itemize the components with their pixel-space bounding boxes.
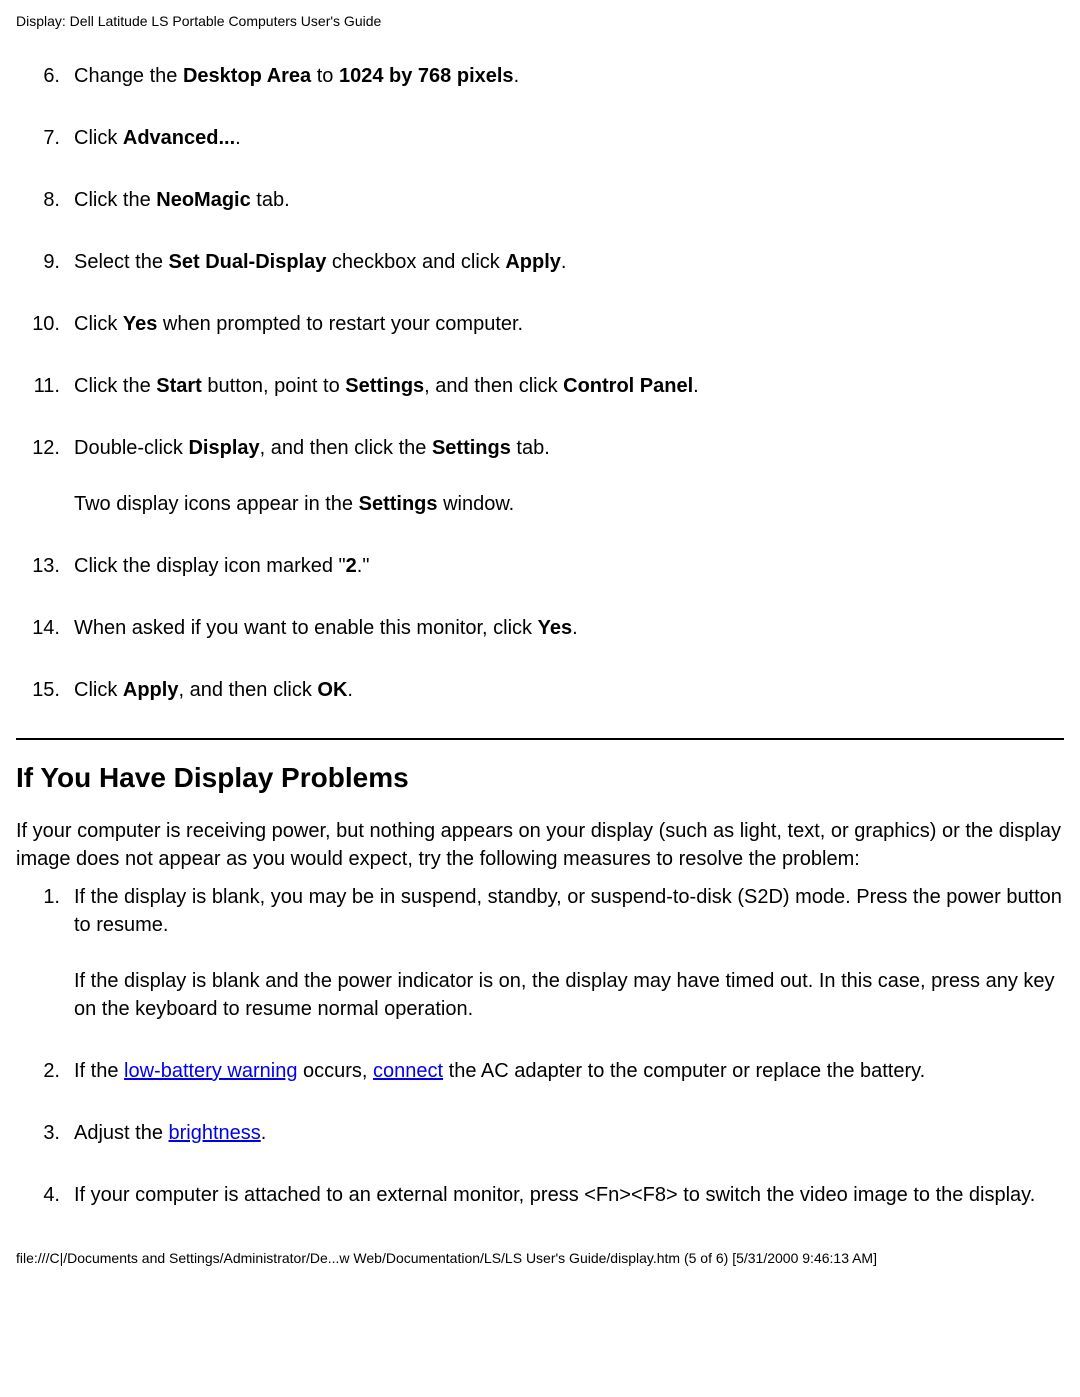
step-text: When asked if you want to enable this mo… <box>74 614 1064 642</box>
step-item: 12.Double-click Display, and then click … <box>16 434 1064 518</box>
step-content: Select the Set Dual-Display checkbox and… <box>74 248 1064 276</box>
step-item: 10.Click Yes when prompted to restart yo… <box>16 310 1064 338</box>
step-content: When asked if you want to enable this mo… <box>74 614 1064 642</box>
step-content: Click Yes when prompted to restart your … <box>74 310 1064 338</box>
problem-number: 4. <box>16 1181 74 1209</box>
problem-extra-text: If the display is blank and the power in… <box>74 967 1064 1023</box>
step-number: 12. <box>16 434 74 518</box>
page-footer: file:///C|/Documents and Settings/Admini… <box>16 1249 1064 1269</box>
step-content: Change the Desktop Area to 1024 by 768 p… <box>74 62 1064 90</box>
step-item: 14.When asked if you want to enable this… <box>16 614 1064 642</box>
step-item: 7.Click Advanced.... <box>16 124 1064 152</box>
step-content: Click the Start button, point to Setting… <box>74 372 1064 400</box>
step-content: Double-click Display, and then click the… <box>74 434 1064 518</box>
step-text: Double-click Display, and then click the… <box>74 434 1064 462</box>
step-content: Click the NeoMagic tab. <box>74 186 1064 214</box>
problem-number: 3. <box>16 1119 74 1147</box>
problem-item: 3.Adjust the brightness. <box>16 1119 1064 1147</box>
step-text: Click Advanced.... <box>74 124 1064 152</box>
step-text: Select the Set Dual-Display checkbox and… <box>74 248 1064 276</box>
step-item: 11.Click the Start button, point to Sett… <box>16 372 1064 400</box>
step-text: Click the Start button, point to Setting… <box>74 372 1064 400</box>
step-content: Click Advanced.... <box>74 124 1064 152</box>
connect-link[interactable]: connect <box>373 1060 443 1082</box>
step-number: 13. <box>16 552 74 580</box>
step-number: 9. <box>16 248 74 276</box>
problem-content: If your computer is attached to an exter… <box>74 1181 1064 1209</box>
problem-content: If the low-battery warning occurs, conne… <box>74 1057 1064 1085</box>
problem-number: 2. <box>16 1057 74 1085</box>
problem-text: If the display is blank, you may be in s… <box>74 883 1064 939</box>
problem-text: If the low-battery warning occurs, conne… <box>74 1057 1064 1085</box>
step-text: Click the NeoMagic tab. <box>74 186 1064 214</box>
step-content: Click the display icon marked "2." <box>74 552 1064 580</box>
step-text: Click Yes when prompted to restart your … <box>74 310 1064 338</box>
problems-list: 1.If the display is blank, you may be in… <box>16 883 1064 1209</box>
problem-item: 2.If the low-battery warning occurs, con… <box>16 1057 1064 1085</box>
step-item: 9.Select the Set Dual-Display checkbox a… <box>16 248 1064 276</box>
step-number: 11. <box>16 372 74 400</box>
step-number: 8. <box>16 186 74 214</box>
section-heading: If You Have Display Problems <box>16 758 1064 797</box>
section-divider <box>16 738 1064 740</box>
step-item: 6.Change the Desktop Area to 1024 by 768… <box>16 62 1064 90</box>
problem-text: Adjust the brightness. <box>74 1119 1064 1147</box>
low-battery-warning-link[interactable]: low-battery warning <box>124 1060 297 1082</box>
problem-text: If your computer is attached to an exter… <box>74 1181 1064 1209</box>
step-number: 14. <box>16 614 74 642</box>
step-number: 7. <box>16 124 74 152</box>
step-number: 15. <box>16 676 74 704</box>
problem-content: Adjust the brightness. <box>74 1119 1064 1147</box>
step-item: 15.Click Apply, and then click OK. <box>16 676 1064 704</box>
step-item: 8.Click the NeoMagic tab. <box>16 186 1064 214</box>
step-number: 6. <box>16 62 74 90</box>
page-header: Display: Dell Latitude LS Portable Compu… <box>16 12 1064 32</box>
problem-content: If the display is blank, you may be in s… <box>74 883 1064 1023</box>
step-text: Click the display icon marked "2." <box>74 552 1064 580</box>
step-text: Click Apply, and then click OK. <box>74 676 1064 704</box>
problem-number: 1. <box>16 883 74 1023</box>
step-item: 13.Click the display icon marked "2." <box>16 552 1064 580</box>
brightness-link[interactable]: brightness <box>169 1122 261 1144</box>
step-number: 10. <box>16 310 74 338</box>
step-extra-text: Two display icons appear in the Settings… <box>74 490 1064 518</box>
problem-item: 1.If the display is blank, you may be in… <box>16 883 1064 1023</box>
section-intro: If your computer is receiving power, but… <box>16 817 1064 873</box>
instruction-steps-list: 6.Change the Desktop Area to 1024 by 768… <box>16 62 1064 704</box>
step-content: Click Apply, and then click OK. <box>74 676 1064 704</box>
step-text: Change the Desktop Area to 1024 by 768 p… <box>74 62 1064 90</box>
problem-item: 4.If your computer is attached to an ext… <box>16 1181 1064 1209</box>
